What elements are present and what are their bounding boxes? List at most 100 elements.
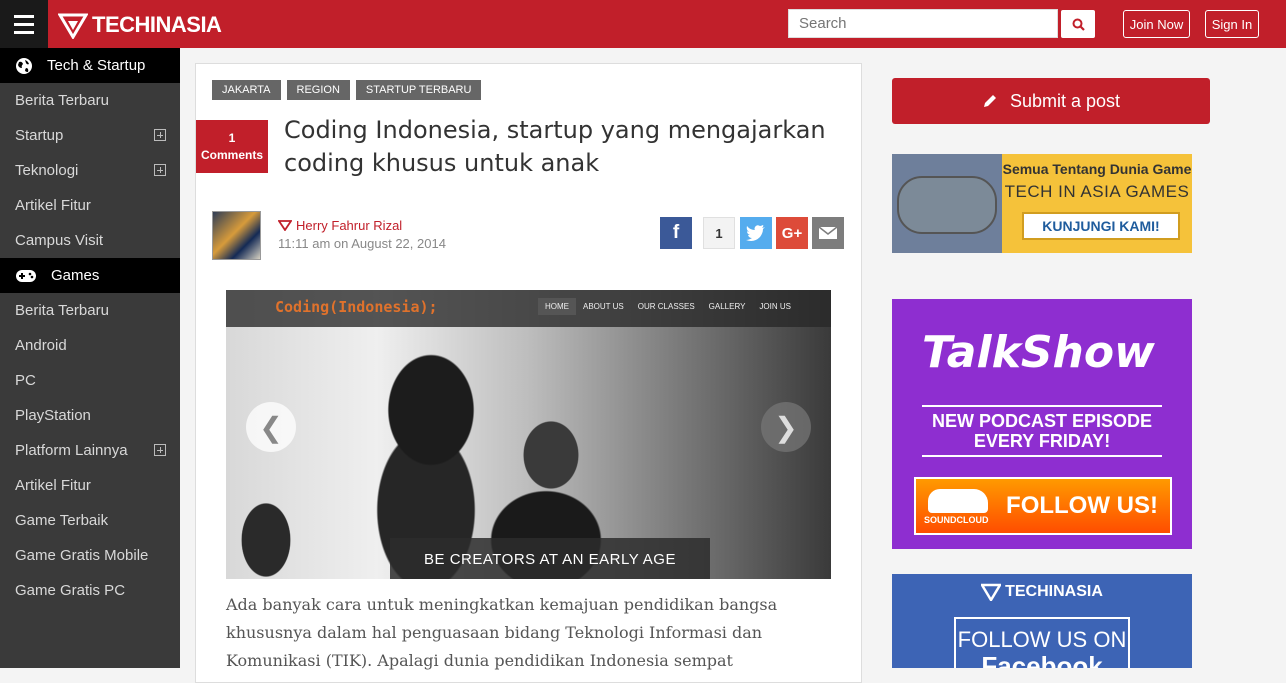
email-icon [818, 226, 838, 239]
sidebar-item-label: Artikel Fitur [15, 197, 91, 214]
logo-text: TECHINASIA [92, 12, 222, 37]
google-plus-icon: G+ [781, 224, 803, 242]
image-slider[interactable]: Coding(Indonesia); HOME ABOUT US OUR CLA… [226, 290, 831, 579]
slider-prev-button[interactable]: ❮ [246, 402, 296, 452]
comments-badge[interactable]: 1 Comments [196, 120, 268, 173]
sidebar-item-berita-terbaru[interactable]: Berita Terbaru [0, 83, 180, 118]
divider [922, 455, 1162, 457]
slide-nav-item: JOIN US [759, 302, 791, 311]
sidebar-item-label: Artikel Fitur [15, 477, 91, 494]
slide-nav-item: GALLERY [708, 302, 746, 311]
soundcloud-follow-button[interactable]: SOUNDCLOUD FOLLOW US! [914, 477, 1172, 535]
sidebar-item-teknologi[interactable]: Teknologi [0, 153, 180, 188]
join-now-button[interactable]: Join Now [1123, 10, 1190, 38]
sidebar-item-berita-terbaru-games[interactable]: Berita Terbaru [0, 293, 180, 328]
top-bar: TECHINASIA Join Now Sign In [0, 0, 1286, 48]
article-card: JAKARTA REGION STARTUP TERBARU 1 Comment… [195, 63, 862, 683]
expand-icon[interactable] [154, 164, 166, 176]
menu-icon[interactable] [0, 0, 48, 48]
author-link[interactable]: Herry Fahrur Rizal [278, 218, 402, 233]
pencil-icon [983, 95, 996, 107]
slide-nav-item: ABOUT US [583, 302, 624, 311]
sidebar-item-campus-visit[interactable]: Campus Visit [0, 223, 180, 258]
sidebar-item-label: Berita Terbaru [15, 92, 109, 109]
slide-nav-item: OUR CLASSES [637, 302, 695, 311]
slide-site-nav: HOME ABOUT US OUR CLASSES GALLERY JOIN U… [538, 298, 798, 315]
ad-facebook-logo: TECHINASIA [892, 583, 1192, 601]
slide-site-logo: Coding(Indonesia); [275, 298, 438, 316]
sidebar-section-games[interactable]: Games [0, 258, 180, 293]
search-button[interactable] [1061, 10, 1095, 38]
tia-logo-icon [278, 220, 292, 231]
facebook-ad-banner[interactable]: TECHINASIA FOLLOW US ON Facebook [892, 574, 1192, 668]
sidebar-item-startup[interactable]: Startup [0, 118, 180, 153]
divider [922, 405, 1162, 407]
soundcloud-icon [928, 489, 988, 513]
sidebar-item-label: Game Gratis PC [15, 582, 126, 599]
tag-list: JAKARTA REGION STARTUP TERBARU [212, 80, 482, 100]
article-body: Ada banyak cara untuk meningkatkan kemaj… [226, 595, 778, 670]
ad-talkshow-line2: EVERY FRIDAY! [973, 431, 1111, 451]
comments-count: 1 [228, 130, 236, 145]
expand-icon[interactable] [154, 129, 166, 141]
sidebar-item-label: Startup [15, 127, 64, 144]
logo-mark-icon [981, 583, 1002, 601]
ad-games-line1: Semua Tentang Dunia Game [1002, 161, 1192, 177]
ad-facebook-box: FOLLOW US ON Facebook [954, 617, 1130, 668]
sidebar-item-label: Campus Visit [15, 232, 104, 249]
twitter-share-button[interactable] [740, 217, 772, 249]
sidebar-item-game-gratis-mobile[interactable]: Game Gratis Mobile [0, 538, 180, 573]
slider-next-button[interactable]: ❯ [761, 402, 811, 452]
email-share-button[interactable] [812, 217, 844, 249]
chevron-right-icon: ❯ [774, 411, 798, 443]
slide-nav-item: HOME [538, 298, 576, 315]
sidebar-section-title: Tech & Startup [47, 57, 146, 74]
submit-post-button[interactable]: Submit a post [892, 78, 1210, 124]
tag-jakarta[interactable]: JAKARTA [212, 80, 281, 100]
facebook-share-button[interactable]: f [660, 217, 692, 249]
ad-facebook-line2: Facebook [981, 651, 1103, 668]
publish-date: 11:11 am on August 22, 2014 [278, 236, 446, 251]
ad-talkshow-line1: NEW PODCAST EPISODE [931, 411, 1153, 431]
sidebar-item-game-terbaik[interactable]: Game Terbaik [0, 503, 180, 538]
techinasia-logo[interactable]: TECHINASIA [58, 10, 222, 40]
sidebar-item-label: PlayStation [15, 407, 91, 424]
slide-photo [226, 290, 831, 579]
sidebar-item-playstation[interactable]: PlayStation [0, 398, 180, 433]
sidebar-item-artikel-fitur[interactable]: Artikel Fitur [0, 188, 180, 223]
ad-facebook-logo-text: TECHINASIA [1005, 583, 1103, 600]
tag-startup-terbaru[interactable]: STARTUP TERBARU [355, 80, 482, 100]
chevron-left-icon: ❮ [259, 411, 283, 443]
sidebar-item-artikel-fitur-games[interactable]: Artikel Fitur [0, 468, 180, 503]
soundcloud-label: SOUNDCLOUD [924, 515, 989, 525]
search-input[interactable] [788, 9, 1058, 38]
ad-talkshow-title: TalkShow [922, 327, 1155, 378]
slide-caption: BE CREATORS AT AN EARLY AGE [390, 538, 710, 579]
games-ad-banner[interactable]: Semua Tentang Dunia Game TECH IN ASIA GA… [892, 154, 1192, 253]
avatar[interactable] [212, 211, 261, 260]
sidebar-section-title: Games [51, 267, 100, 284]
submit-post-label: Submit a post [1009, 90, 1121, 111]
search-icon [1072, 18, 1085, 31]
follow-us-label: FOLLOW US! [1006, 492, 1158, 519]
sidebar-item-platform-lainnya[interactable]: Platform Lainnya [0, 433, 180, 468]
expand-icon[interactable] [154, 444, 166, 456]
tag-region[interactable]: REGION [286, 80, 350, 100]
sidebar-section-tech[interactable]: Tech & Startup [0, 48, 180, 83]
sidebar-item-game-gratis-pc[interactable]: Game Gratis PC [0, 573, 180, 608]
ad-games-cta[interactable]: KUNJUNGI KAMI! [1022, 212, 1180, 240]
ad-facebook-line1: FOLLOW US ON [957, 627, 1127, 652]
ad-games-line2: TECH IN ASIA GAMES [1004, 182, 1190, 201]
sidebar-item-pc[interactable]: PC [0, 363, 180, 398]
sidebar-item-label: Game Terbaik [15, 512, 109, 529]
talkshow-ad-banner[interactable]: TalkShow NEW PODCAST EPISODE EVERY FRIDA… [892, 299, 1192, 549]
sidebar-item-label: Android [15, 337, 67, 354]
globe-icon [16, 57, 32, 74]
ad-talkshow-text: NEW PODCAST EPISODE EVERY FRIDAY! [892, 411, 1192, 451]
sidebar: Tech & Startup Berita Terbaru Startup Te… [0, 48, 180, 668]
google-plus-share-button[interactable]: G+ [776, 217, 808, 249]
sidebar-item-android[interactable]: Android [0, 328, 180, 363]
share-count: 1 [703, 217, 735, 249]
slide-site-header: Coding(Indonesia); HOME ABOUT US OUR CLA… [226, 290, 831, 327]
sign-in-button[interactable]: Sign In [1205, 10, 1259, 38]
